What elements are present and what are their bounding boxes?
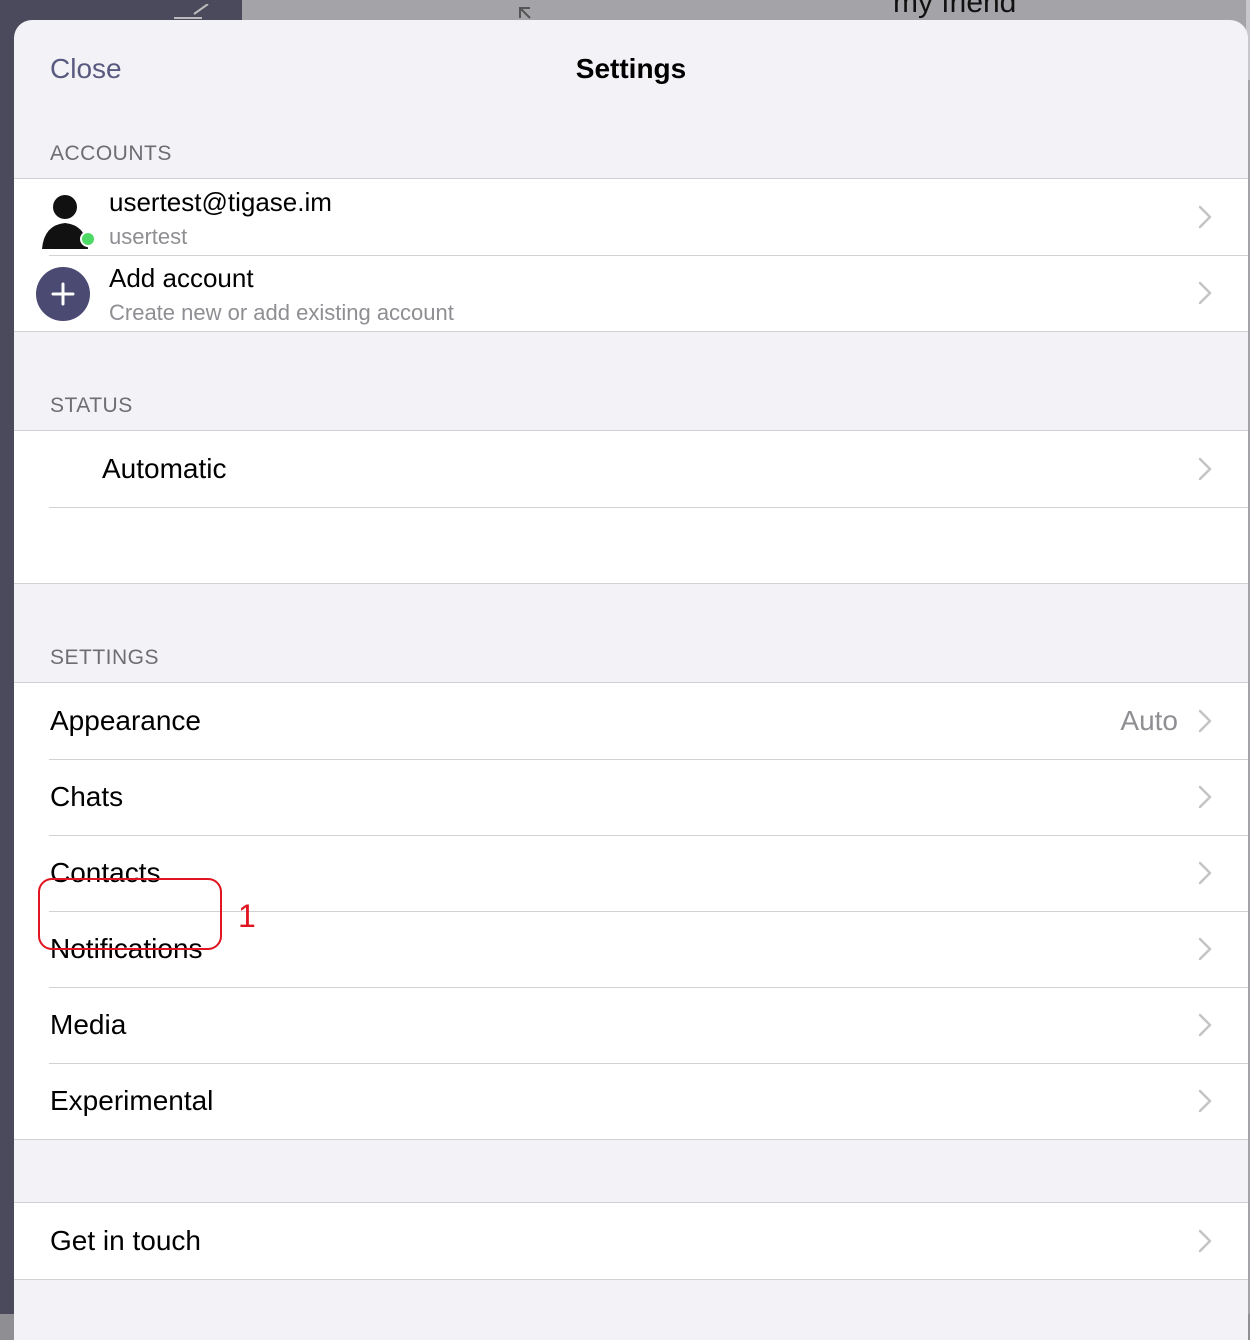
status-section-header: STATUS — [50, 394, 133, 417]
expand-icon — [519, 7, 531, 19]
avatar-icon — [42, 195, 96, 249]
page-title: Settings — [575, 53, 687, 84]
status-message-row[interactable] — [14, 507, 1248, 583]
chevron-right-icon — [1198, 937, 1212, 961]
settings-row-appearance[interactable]: Appearance Auto — [14, 683, 1248, 759]
add-account-subtitle: Create new or add existing account — [109, 300, 454, 325]
status-value: Automatic — [102, 453, 227, 484]
chevron-right-icon — [1198, 1089, 1212, 1113]
chevron-right-icon — [1198, 785, 1212, 809]
account-text: usertest@tigase.im usertest — [109, 187, 332, 250]
appearance-value: Auto — [1120, 705, 1178, 736]
annotation-highlight-box — [38, 878, 222, 950]
footer-group: Get in touch — [14, 1202, 1248, 1280]
chevron-right-icon — [1198, 1229, 1212, 1253]
add-account-title: Add account — [109, 263, 254, 293]
status-row[interactable]: Automatic — [14, 431, 1248, 507]
chevron-right-icon — [1198, 709, 1212, 733]
compose-icon — [174, 4, 209, 19]
get-in-touch-label: Get in touch — [50, 1225, 201, 1256]
navigation-bar: Close Settings — [14, 20, 1248, 120]
account-name: usertest — [109, 224, 188, 249]
chevron-right-icon — [1198, 281, 1212, 305]
appearance-label: Appearance — [50, 705, 202, 736]
plus-icon — [36, 267, 90, 321]
settings-sheet: Close Settings ACCOUNTS usertest@tigase.… — [14, 20, 1248, 1340]
chevron-right-icon — [1198, 1013, 1212, 1037]
footer-spacer — [14, 1140, 1248, 1202]
chats-label: Chats — [50, 781, 124, 812]
chevron-right-icon — [1198, 861, 1212, 885]
settings-section-header-wrap: SETTINGS — [14, 584, 1248, 682]
settings-row-experimental[interactable]: Experimental — [14, 1063, 1248, 1139]
settings-row-media[interactable]: Media — [14, 987, 1248, 1063]
account-row[interactable]: usertest@tigase.im usertest — [14, 179, 1248, 255]
status-section-header-wrap: STATUS — [14, 332, 1248, 430]
add-account-row[interactable]: Add account Create new or add existing a… — [14, 255, 1248, 331]
accounts-group: usertest@tigase.im usertest Add account … — [14, 178, 1248, 332]
accounts-section-header: ACCOUNTS — [50, 142, 172, 165]
accounts-section-header-wrap: ACCOUNTS — [14, 120, 1248, 178]
chat-title: my friend — [893, 0, 1017, 19]
chevron-right-icon — [1198, 457, 1212, 481]
status-group: Automatic — [14, 430, 1248, 584]
settings-row-chats[interactable]: Chats — [14, 759, 1248, 835]
annotation-number: 1 — [238, 898, 256, 934]
get-in-touch-row[interactable]: Get in touch — [14, 1203, 1248, 1279]
online-status-dot — [80, 231, 96, 247]
add-account-text: Add account Create new or add existing a… — [109, 263, 454, 326]
media-label: Media — [50, 1009, 127, 1040]
settings-section-header: SETTINGS — [50, 646, 160, 669]
experimental-label: Experimental — [50, 1085, 214, 1116]
account-jid: usertest@tigase.im — [109, 187, 332, 217]
chevron-right-icon — [1198, 205, 1212, 229]
